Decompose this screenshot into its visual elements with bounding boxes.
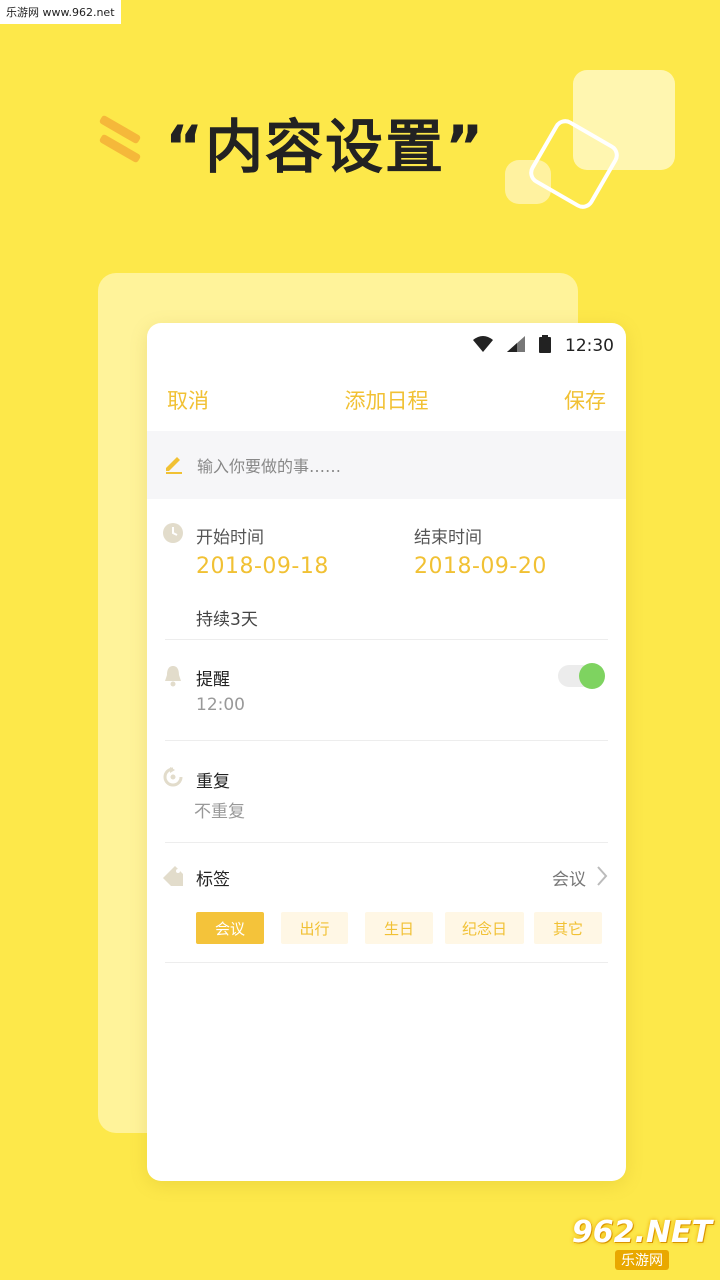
start-date[interactable]: 2018-09-18 — [196, 554, 329, 579]
time-section: 开始时间 2018-09-18 结束时间 2018-09-20 持续3天 提醒 … — [147, 499, 626, 963]
reminder-label: 提醒 — [196, 670, 230, 690]
status-bar: 12:30 — [147, 323, 626, 369]
pencil-icon — [163, 452, 185, 478]
divider — [165, 842, 608, 843]
end-date[interactable]: 2018-09-20 — [414, 554, 547, 579]
watermark-logo-text: 962.NET — [571, 1215, 712, 1250]
tag-option-birthday[interactable]: 生日 — [365, 912, 433, 944]
task-input[interactable]: 输入你要做的事…… — [197, 453, 341, 477]
toggle-knob — [579, 663, 605, 689]
divider — [165, 740, 608, 741]
duration-text: 持续3天 — [196, 610, 258, 630]
tag-option-anniversary[interactable]: 纪念日 — [445, 912, 524, 944]
clock-icon — [163, 523, 183, 547]
watermark-logo-sub: 乐游网 — [614, 1250, 669, 1270]
status-time: 12:30 — [565, 336, 614, 356]
divider — [165, 639, 608, 640]
divider — [165, 962, 608, 963]
tag-option-other[interactable]: 其它 — [534, 912, 602, 944]
selected-tag-value[interactable]: 会议 — [552, 865, 586, 890]
nav-title: 添加日程 — [344, 389, 429, 413]
repeat-label: 重复 — [196, 772, 230, 792]
start-time-label: 开始时间 — [196, 528, 264, 548]
task-input-row[interactable]: 输入你要做的事…… — [147, 431, 626, 499]
bell-icon — [163, 665, 183, 691]
reminder-toggle[interactable] — [558, 663, 605, 689]
signal-icon — [507, 335, 525, 357]
battery-icon — [539, 334, 551, 358]
tags-label: 标签 — [196, 870, 230, 890]
chevron-right-icon[interactable] — [596, 865, 608, 891]
watermark-top: 乐游网 www.962.net — [0, 0, 121, 24]
tag-icon — [161, 864, 185, 892]
save-button[interactable]: 保存 — [564, 385, 606, 415]
repeat-icon — [163, 767, 183, 791]
cancel-button[interactable]: 取消 — [167, 385, 209, 415]
tag-option-meeting[interactable]: 会议 — [196, 912, 264, 944]
page-headline: “内容设置” — [165, 113, 486, 181]
wifi-icon — [473, 335, 493, 357]
repeat-value[interactable]: 不重复 — [194, 797, 245, 822]
phone-screen: 12:30 取消 添加日程 保存 输入你要做的事…… 开始时间 2018-09-… — [147, 323, 626, 1181]
tag-option-travel[interactable]: 出行 — [281, 912, 348, 944]
nav-bar: 取消 添加日程 保存 — [147, 369, 626, 431]
end-time-label: 结束时间 — [414, 528, 482, 548]
reminder-time[interactable]: 12:00 — [196, 695, 245, 715]
watermark-logo: 962.NET 乐游网 — [572, 1215, 712, 1270]
